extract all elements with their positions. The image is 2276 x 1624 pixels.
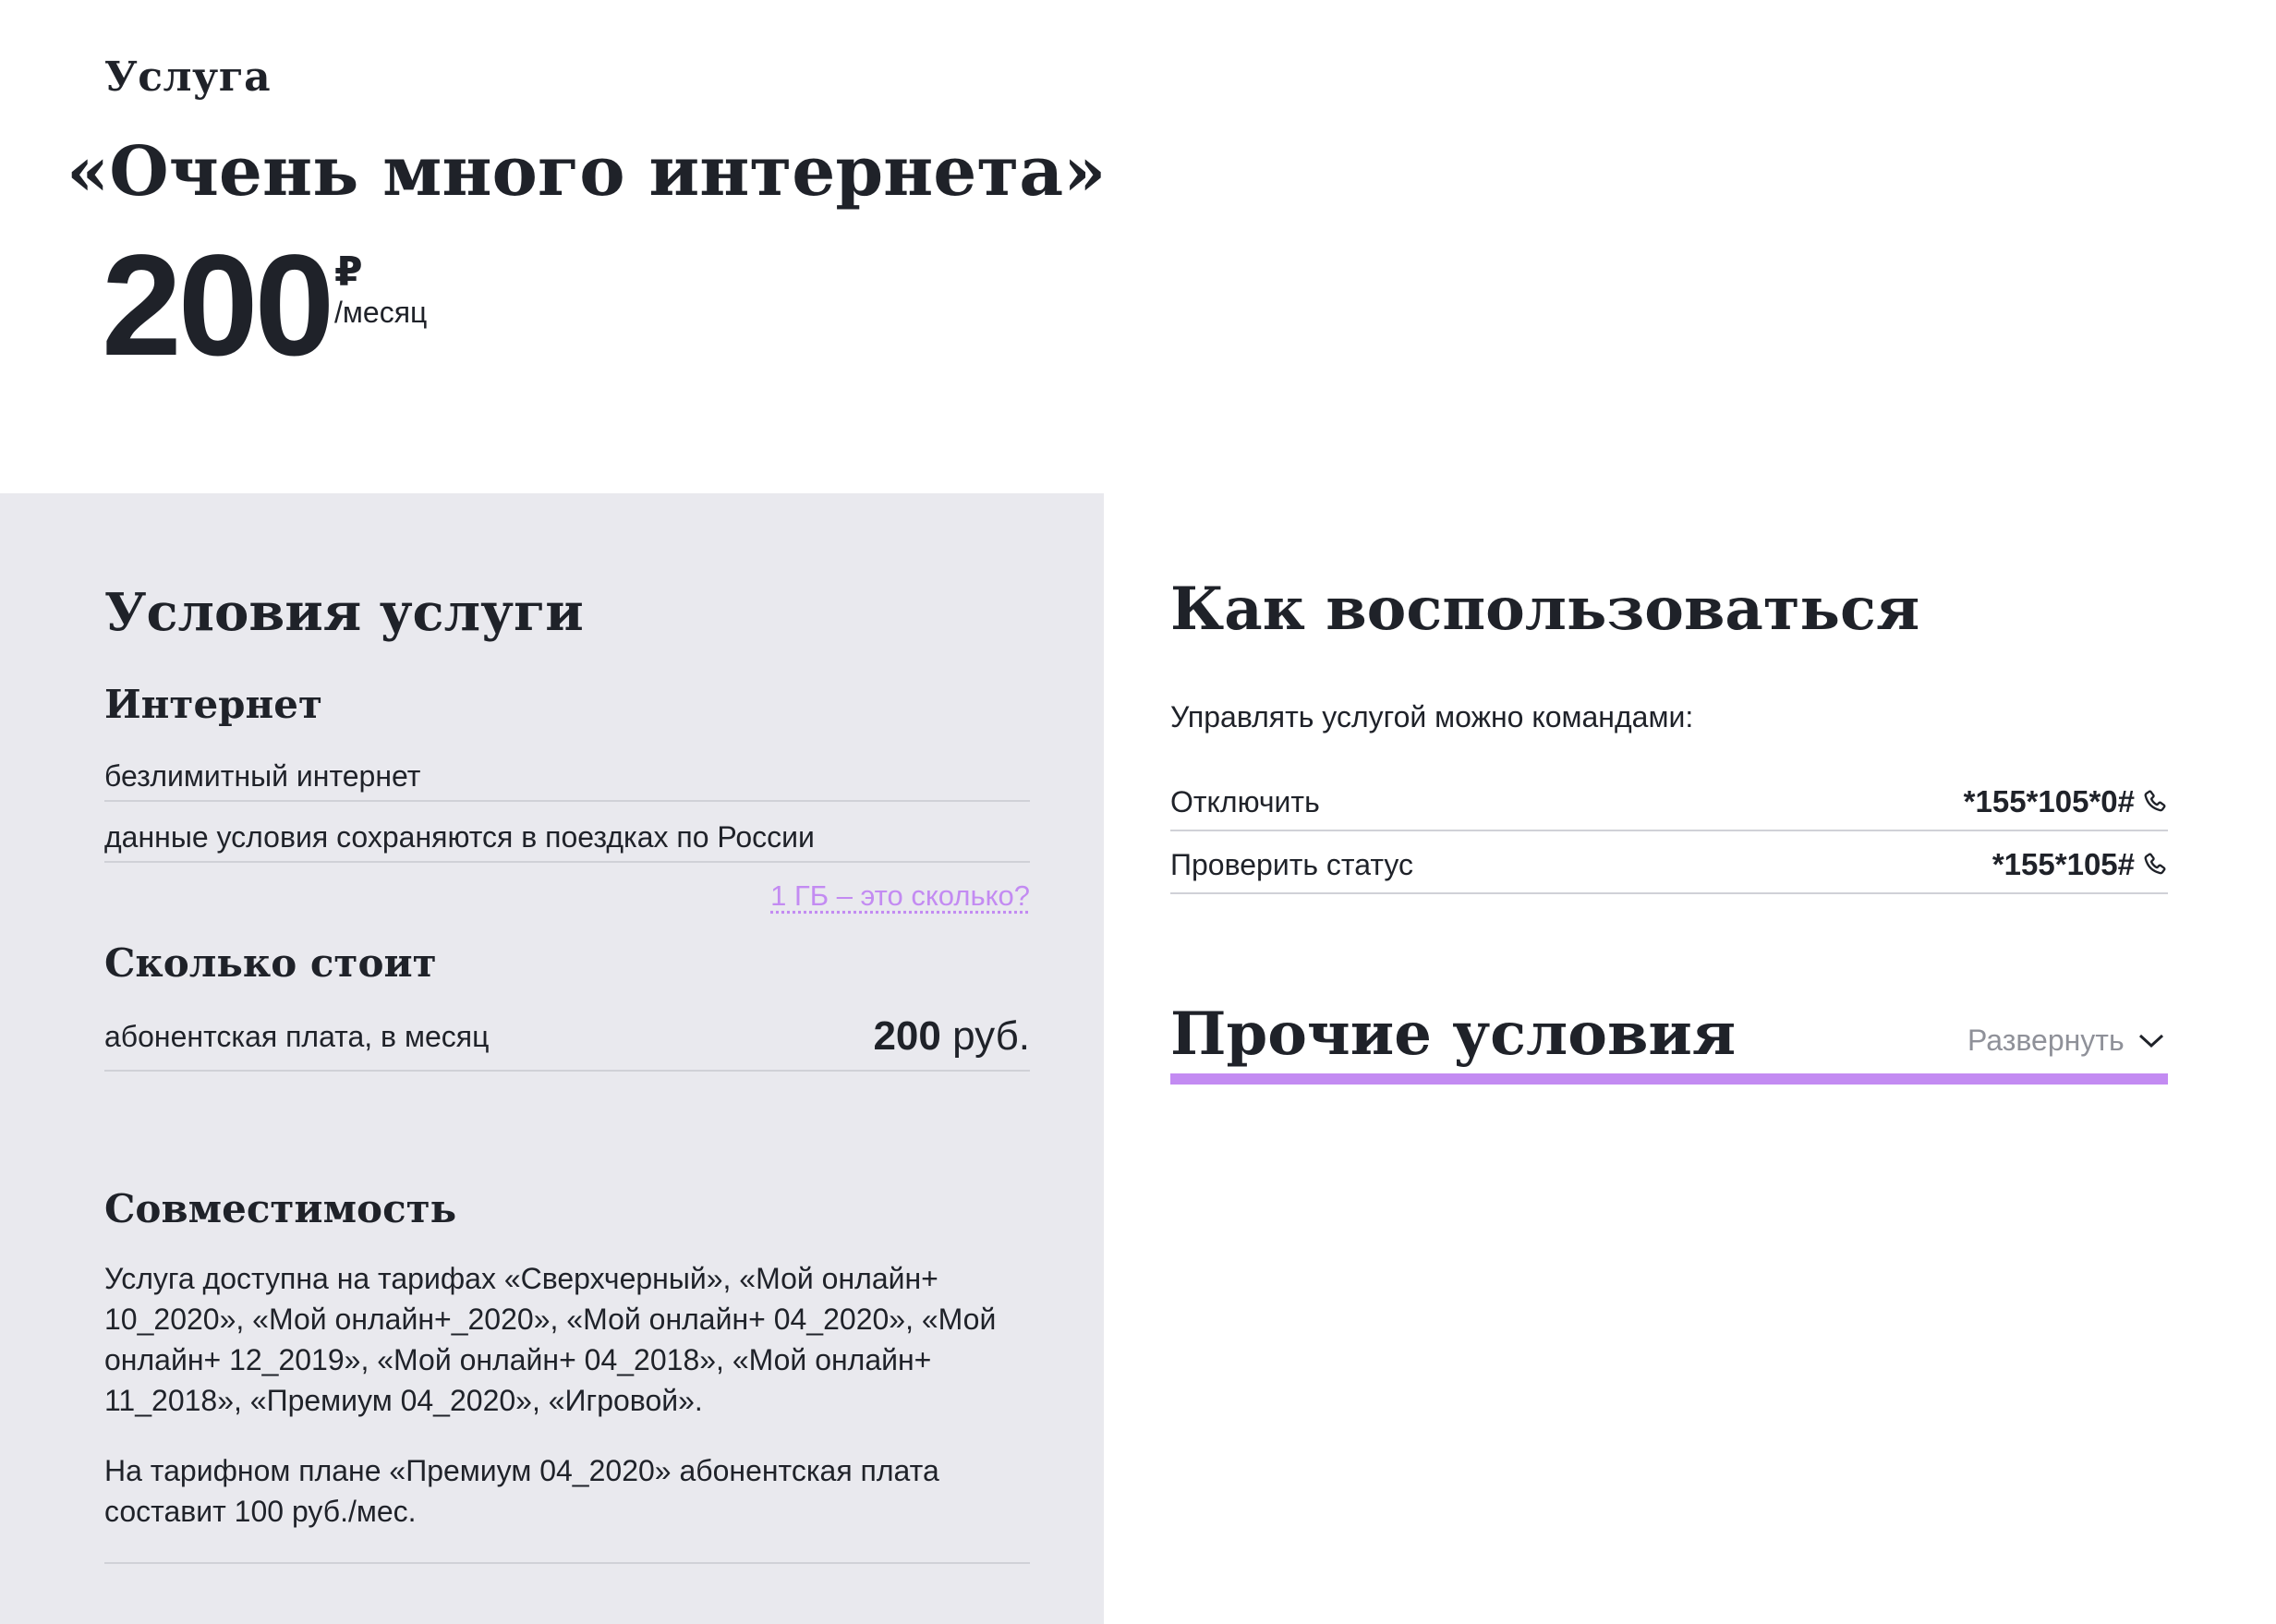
cost-amount-unit: руб. [952, 1013, 1030, 1059]
premium-note: На тарифном плане «Премиум 04_2020» абон… [104, 1454, 939, 1528]
usage-title: Как воспользоваться [1170, 575, 1920, 644]
command-code[interactable]: *155*105# [1992, 847, 2168, 882]
cost-subtitle: Сколько стоит [104, 940, 437, 986]
conditions-title: Условия услуги [104, 582, 584, 643]
service-title: «Очень много интернета» [67, 132, 1107, 212]
command-code-text[interactable]: *155*105# [1992, 847, 2135, 882]
expand-label[interactable]: Развернуть [1967, 1024, 2125, 1058]
cost-amount-value: 200 [873, 1013, 941, 1059]
condition-text: данные условия сохраняются в поездках по… [104, 819, 815, 854]
phone-icon[interactable] [2142, 789, 2168, 815]
divider [104, 1562, 1030, 1564]
command-row-status: Проверить статус *155*105# [1170, 837, 2168, 894]
cost-amount: 200 руб. [873, 1013, 1030, 1060]
command-label: Проверить статус [1170, 847, 1413, 881]
gb-info-link[interactable]: 1 ГБ – это сколько? [751, 878, 1030, 915]
price-currency: ₽ [334, 249, 363, 295]
accent-divider [1170, 1073, 2168, 1085]
command-label: Отключить [1170, 784, 1320, 818]
cost-label: абонентская плата, в месяц [104, 1019, 490, 1053]
condition-row: данные условия сохраняются в поездках по… [104, 813, 1030, 863]
service-eyebrow: Услуга [104, 54, 272, 101]
price-period: /месяц [334, 296, 428, 329]
phone-icon[interactable] [2142, 852, 2168, 878]
chevron-down-icon[interactable] [2137, 1032, 2165, 1050]
usage-intro: Управлять услугой можно командами: [1170, 700, 1694, 733]
cost-row: абонентская плата, в месяц 200 руб. [104, 1003, 1030, 1072]
command-row-disable: Отключить *155*105*0# [1170, 774, 2168, 831]
compatibility-text: Услуга доступна на тарифах «Сверхчерный»… [104, 1262, 997, 1417]
command-code-text[interactable]: *155*105*0# [1964, 784, 2135, 819]
internet-subtitle: Интернет [104, 682, 323, 727]
command-code[interactable]: *155*105*0# [1964, 784, 2168, 819]
compatibility-subtitle: Совместимость [104, 1186, 457, 1231]
service-header: Услуга «Очень много интернета» 200 ₽ /ме… [0, 0, 2276, 493]
price-value: 200 [102, 225, 334, 386]
condition-row: безлимитный интернет [104, 752, 1030, 802]
condition-text: безлимитный интернет [104, 758, 421, 793]
expand-toggle[interactable]: Развернуть [1967, 1024, 2165, 1058]
other-conditions-title: Прочие условия [1170, 1000, 1737, 1069]
